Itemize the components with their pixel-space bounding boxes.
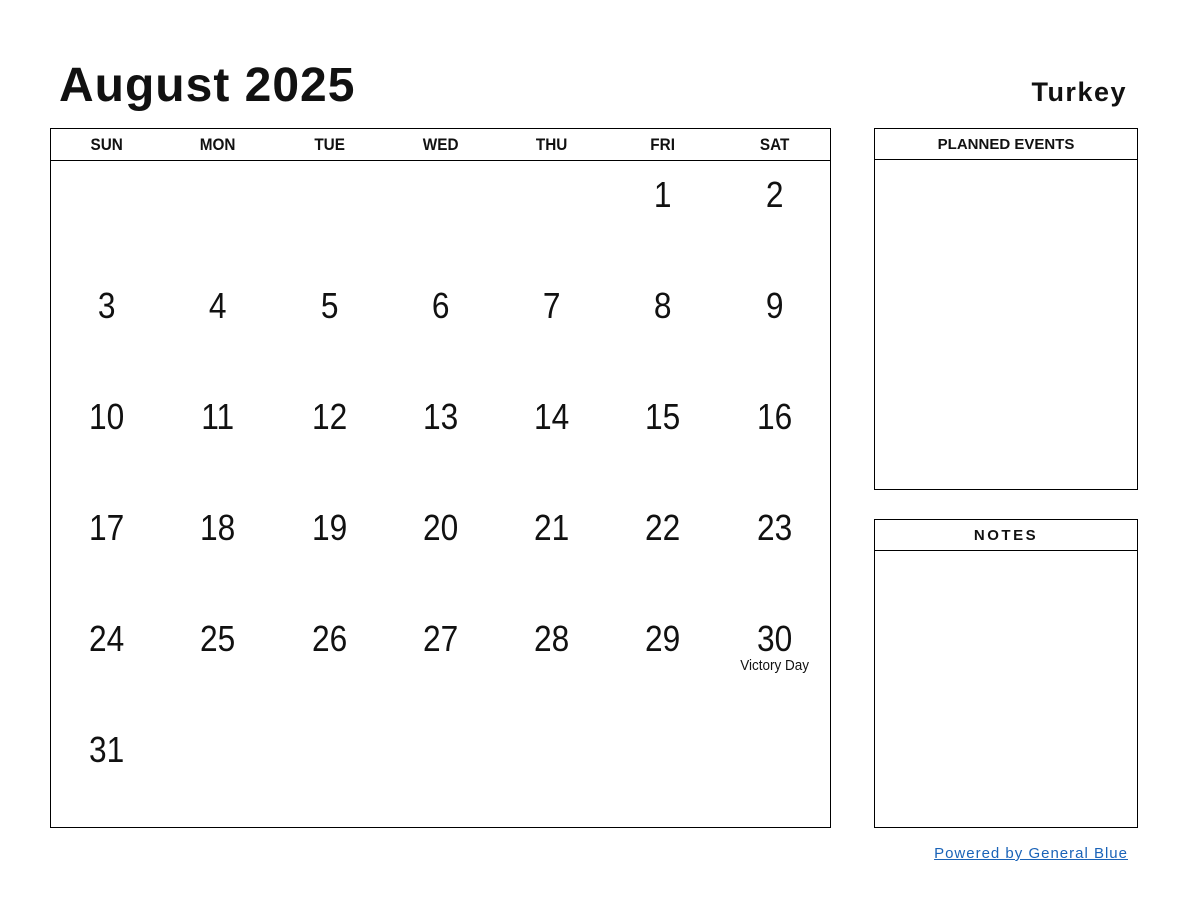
day-number: 19 — [311, 507, 347, 548]
day-number: 7 — [542, 285, 561, 326]
notes-panel: NOTES — [874, 519, 1138, 828]
day-number: 30 — [756, 618, 792, 659]
day-cell: 14 — [496, 383, 607, 494]
day-cell: 27 — [385, 605, 496, 716]
day-cell: 2 — [719, 161, 830, 272]
calendar-grid: SUN MON TUE WED THU FRI SAT 1 2 3 4 5 6 7 8 9 10 1… — [50, 128, 831, 828]
empty-day-cell — [719, 716, 830, 827]
day-number: 3 — [97, 285, 116, 326]
day-number: 9 — [765, 285, 784, 326]
calendar-body: 1 2 3 4 5 6 7 8 9 10 11 12 13 14 15 16 17 18 19 20 21 22 23 24 2… — [51, 161, 830, 827]
day-cell: 23 — [719, 494, 830, 605]
day-cell: 28 — [496, 605, 607, 716]
weekday-sun: SUN — [90, 135, 123, 154]
day-number: 4 — [209, 285, 227, 326]
day-number: 2 — [765, 174, 784, 215]
day-cell: 29 — [607, 605, 718, 716]
day-number: 11 — [201, 396, 235, 437]
day-cell: 4 — [162, 272, 273, 383]
day-number: 5 — [320, 285, 339, 326]
day-cell: 15 — [607, 383, 718, 494]
empty-day-cell — [607, 716, 718, 827]
day-number: 26 — [311, 618, 347, 659]
day-number: 31 — [89, 729, 125, 770]
empty-day-cell — [385, 716, 496, 827]
day-cell: 5 — [274, 272, 385, 383]
day-cell: 16 — [719, 383, 830, 494]
day-number: 28 — [534, 618, 570, 659]
day-cell: 21 — [496, 494, 607, 605]
day-number: 13 — [422, 396, 459, 437]
day-number: 20 — [422, 507, 459, 548]
day-number: 27 — [422, 618, 459, 659]
empty-day-cell — [496, 161, 607, 272]
day-number: 6 — [431, 285, 450, 326]
country-label: Turkey — [1031, 77, 1127, 107]
weekday-sat: SAT — [759, 135, 790, 154]
day-cell: 20 — [385, 494, 496, 605]
day-cell: 24 — [51, 605, 162, 716]
day-number: 24 — [89, 618, 125, 659]
empty-day-cell — [162, 716, 273, 827]
day-number: 22 — [645, 507, 681, 548]
day-cell: 26 — [274, 605, 385, 716]
day-cell: 10 — [51, 383, 162, 494]
empty-day-cell — [274, 161, 385, 272]
empty-day-cell — [274, 716, 385, 827]
day-number: 14 — [534, 396, 570, 437]
empty-day-cell — [385, 161, 496, 272]
day-cell: 11 — [162, 383, 273, 494]
day-cell: 1 — [607, 161, 718, 272]
holiday-label: Victory Day — [739, 657, 809, 674]
empty-day-cell — [51, 161, 162, 272]
day-cell: 31 — [51, 716, 162, 827]
day-cell: 6 — [385, 272, 496, 383]
day-cell: 22 — [607, 494, 718, 605]
day-cell: 13 — [385, 383, 496, 494]
planned-events-panel: PLANNED EVENTS — [874, 128, 1138, 490]
day-number: 1 — [654, 174, 672, 215]
day-number: 23 — [756, 507, 792, 548]
day-number: 16 — [756, 396, 792, 437]
day-number: 29 — [645, 618, 681, 659]
day-cell: 19 — [274, 494, 385, 605]
day-cell: 9 — [719, 272, 830, 383]
empty-day-cell — [496, 716, 607, 827]
weekday-tue: TUE — [313, 135, 345, 154]
day-number: 12 — [311, 396, 347, 437]
powered-by-link[interactable]: Powered by General Blue — [934, 845, 1128, 863]
day-number: 17 — [89, 507, 125, 548]
day-number: 15 — [645, 396, 681, 437]
day-number: 25 — [200, 618, 236, 659]
day-number: 8 — [654, 285, 672, 326]
weekday-header: SUN MON TUE WED THU FRI SAT — [51, 129, 830, 161]
day-cell: 7 — [496, 272, 607, 383]
day-cell: 30 Victory Day — [719, 605, 830, 716]
day-cell: 17 — [51, 494, 162, 605]
empty-day-cell — [162, 161, 273, 272]
planned-events-heading: PLANNED EVENTS — [875, 129, 1137, 160]
day-cell: 25 — [162, 605, 273, 716]
day-cell: 3 — [51, 272, 162, 383]
day-cell: 18 — [162, 494, 273, 605]
day-cell: 12 — [274, 383, 385, 494]
weekday-thu: THU — [536, 135, 568, 154]
day-number: 18 — [200, 507, 236, 548]
weekday-fri: FRI — [650, 135, 676, 154]
day-number: 21 — [534, 507, 570, 548]
notes-heading: NOTES — [875, 520, 1137, 551]
weekday-wed: WED — [422, 135, 459, 154]
day-cell: 8 — [607, 272, 718, 383]
weekday-mon: MON — [200, 135, 236, 154]
day-number: 10 — [89, 396, 125, 437]
page-title: August 2025 — [59, 59, 356, 112]
